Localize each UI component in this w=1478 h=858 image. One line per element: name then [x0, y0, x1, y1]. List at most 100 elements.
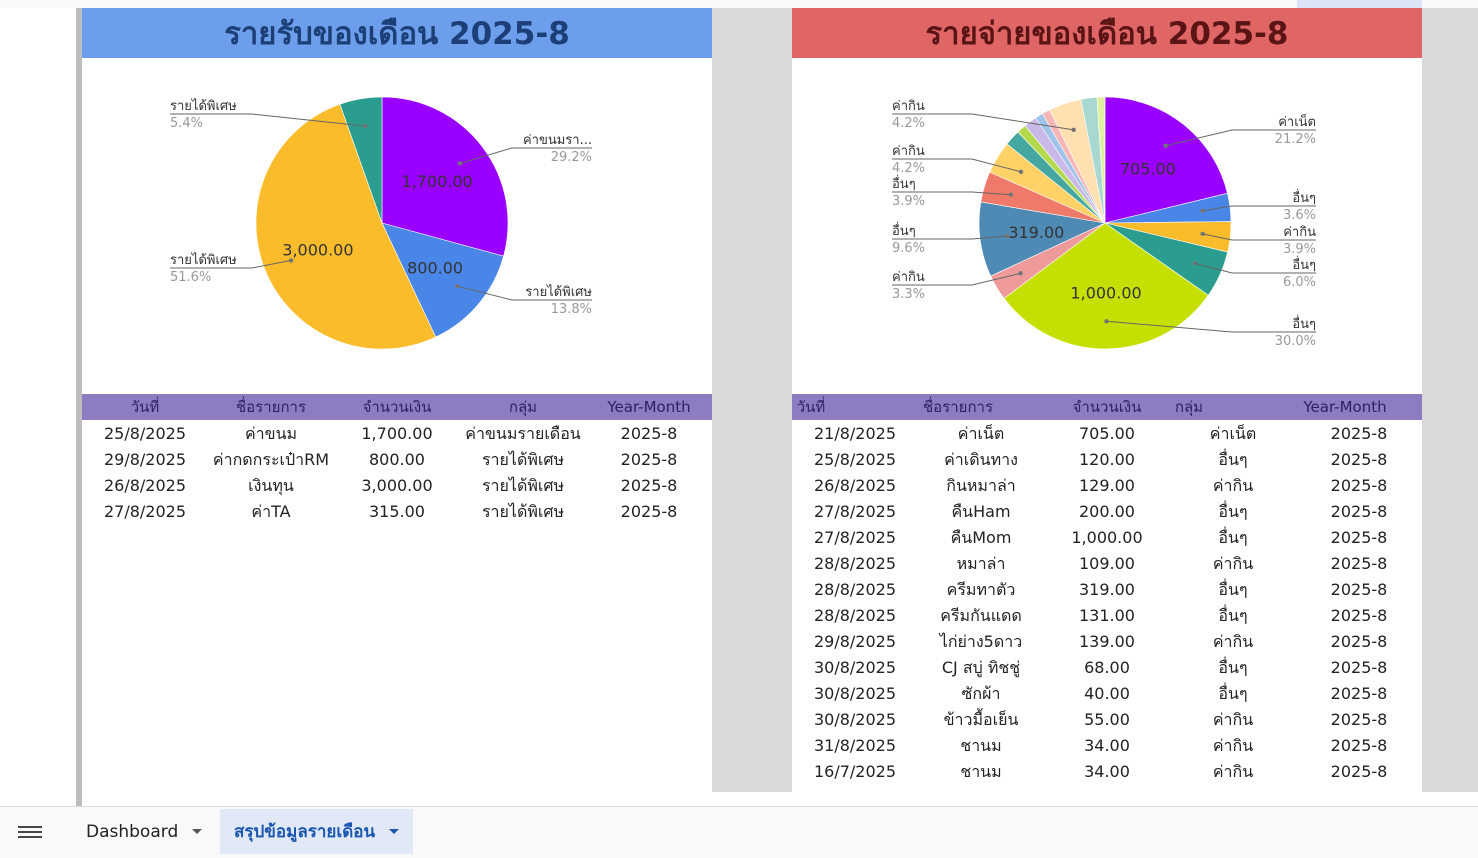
cell-group[interactable]: ค่าขนมรายเดือน — [460, 421, 586, 447]
cell-amount[interactable]: 34.00 — [1044, 759, 1170, 785]
cell-group[interactable]: ค่ากิน — [1170, 629, 1296, 655]
cell-year-month[interactable]: 2025-8 — [586, 421, 712, 447]
table-row[interactable]: 27/8/2025 คืนMom 1,000.00 อื่นๆ 2025-8 — [792, 525, 1422, 551]
cell-year-month[interactable]: 2025-8 — [1296, 551, 1422, 577]
cell-date[interactable]: 26/8/2025 — [82, 473, 208, 499]
cell-name[interactable]: ค่าเดินทาง — [918, 447, 1044, 473]
table-row[interactable]: 29/8/2025 ค่ากดกระเป๋าRM 800.00 รายได้พิเศษ… — [82, 447, 712, 473]
cell-date[interactable]: 27/8/2025 — [792, 499, 918, 525]
cell-amount[interactable]: 1,000.00 — [1044, 525, 1170, 551]
cell-name[interactable]: ค่าเน็ต — [918, 421, 1044, 447]
cell-year-month[interactable]: 2025-8 — [1296, 447, 1422, 473]
table-row[interactable]: 16/7/2025 ชานม 34.00 ค่ากิน 2025-8 — [792, 759, 1422, 785]
cell-date[interactable]: 29/8/2025 — [792, 629, 918, 655]
tab-monthly-summary[interactable]: สรุปข้อมูลรายเดือน — [220, 809, 414, 854]
cell-group[interactable]: อื่นๆ — [1170, 447, 1296, 473]
table-row[interactable]: 25/8/2025 ค่าเดินทาง 120.00 อื่นๆ 2025-8 — [792, 447, 1422, 473]
cell-date[interactable]: 27/8/2025 — [792, 525, 918, 551]
cell-date[interactable]: 30/8/2025 — [792, 681, 918, 707]
col-header-group[interactable]: กลุ่ม — [1170, 394, 1208, 420]
table-row[interactable]: 25/8/2025 ค่าขนม 1,700.00 ค่าขนมรายเดือน 202… — [82, 421, 712, 447]
cell-group[interactable]: รายได้พิเศษ — [460, 473, 586, 499]
table-row[interactable]: 30/8/2025 ข้าวมื้อเย็น 55.00 ค่ากิน 2025-8 — [792, 707, 1422, 733]
cell-year-month[interactable]: 2025-8 — [1296, 759, 1422, 785]
cell-group[interactable]: ค่ากิน — [1170, 551, 1296, 577]
table-row[interactable]: 28/8/2025 ครีมทาตัว 319.00 อื่นๆ 2025-8 — [792, 577, 1422, 603]
col-header-amount[interactable]: จำนวนเงิน — [1044, 394, 1170, 420]
cell-amount[interactable]: 3,000.00 — [334, 473, 460, 499]
cell-date[interactable]: 26/8/2025 — [792, 473, 918, 499]
col-header-date[interactable]: วันที่ — [82, 394, 208, 420]
expense-pie-chart[interactable]: 705.00 1,000.00 319.00 ค่าเน็ต 21.2% อื่นๆ 3.6… — [792, 58, 1422, 394]
table-row[interactable]: 29/8/2025 ไก่ย่าง5ดาว 139.00 ค่ากิน 2025-8 — [792, 629, 1422, 655]
cell-name[interactable]: ชานม — [918, 733, 1044, 759]
table-row[interactable]: 28/8/2025 หมาล่า 109.00 ค่ากิน 2025-8 — [792, 551, 1422, 577]
cell-date[interactable]: 28/8/2025 — [792, 603, 918, 629]
cell-name[interactable]: ข้าวมื้อเย็น — [918, 707, 1044, 733]
cell-year-month[interactable]: 2025-8 — [586, 473, 712, 499]
cell-name[interactable]: ค่ากดกระเป๋าRM — [208, 447, 334, 473]
cell-group[interactable]: รายได้พิเศษ — [460, 499, 586, 525]
cell-date[interactable]: 30/8/2025 — [792, 707, 918, 733]
cell-group[interactable]: อื่นๆ — [1170, 525, 1296, 551]
cell-amount[interactable]: 131.00 — [1044, 603, 1170, 629]
cell-year-month[interactable]: 2025-8 — [586, 499, 712, 525]
cell-name[interactable]: ไก่ย่าง5ดาว — [918, 629, 1044, 655]
cell-group[interactable]: อื่นๆ — [1170, 655, 1296, 681]
cell-year-month[interactable]: 2025-8 — [1296, 473, 1422, 499]
table-row[interactable]: 27/8/2025 คืนHam 200.00 อื่นๆ 2025-8 — [792, 499, 1422, 525]
cell-amount[interactable]: 139.00 — [1044, 629, 1170, 655]
cell-year-month[interactable]: 2025-8 — [1296, 577, 1422, 603]
table-row[interactable]: 31/8/2025 ชานม 34.00 ค่ากิน 2025-8 — [792, 733, 1422, 759]
table-row[interactable]: 27/8/2025 ค่าTA 315.00 รายได้พิเศษ 2025-8 — [82, 499, 712, 525]
tab-dashboard[interactable]: Dashboard — [70, 809, 218, 854]
table-row[interactable]: 30/8/2025 ซักผ้า 40.00 อื่นๆ 2025-8 — [792, 681, 1422, 707]
cell-name[interactable]: ชานม — [918, 759, 1044, 785]
cell-group[interactable]: อื่นๆ — [1170, 681, 1296, 707]
chevron-down-icon[interactable] — [192, 829, 203, 834]
cell-amount[interactable]: 129.00 — [1044, 473, 1170, 499]
cell-year-month[interactable]: 2025-8 — [1296, 655, 1422, 681]
cell-year-month[interactable]: 2025-8 — [1296, 681, 1422, 707]
cell-name[interactable]: ซักผ้า — [918, 681, 1044, 707]
cell-group[interactable]: อื่นๆ — [1170, 603, 1296, 629]
cell-date[interactable]: 16/7/2025 — [792, 759, 918, 785]
cell-group[interactable]: ค่ากิน — [1170, 473, 1296, 499]
col-header-name[interactable]: ชื่อรายการ — [892, 394, 1024, 420]
cell-group[interactable]: อื่นๆ — [1170, 499, 1296, 525]
cell-group[interactable]: ค่ากิน — [1170, 759, 1296, 785]
cell-name[interactable]: เงินทุน — [208, 473, 334, 499]
col-header-name[interactable]: ชื่อรายการ — [208, 394, 334, 420]
col-header-amount[interactable]: จำนวนเงิน — [334, 394, 460, 420]
all-sheets-menu-icon[interactable] — [18, 823, 42, 843]
cell-amount[interactable]: 315.00 — [334, 499, 460, 525]
income-pie-chart[interactable]: 1,700.00 800.00 3,000.00 ค่าขนมรา... 29.2% รา… — [82, 58, 712, 394]
cell-date[interactable]: 25/8/2025 — [792, 447, 918, 473]
cell-year-month[interactable]: 2025-8 — [1296, 525, 1422, 551]
cell-amount[interactable]: 800.00 — [334, 447, 460, 473]
cell-amount[interactable]: 200.00 — [1044, 499, 1170, 525]
cell-group[interactable]: รายได้พิเศษ — [460, 447, 586, 473]
cell-group[interactable]: ค่าเน็ต — [1170, 421, 1296, 447]
cell-amount[interactable]: 705.00 — [1044, 421, 1170, 447]
cell-amount[interactable]: 1,700.00 — [334, 421, 460, 447]
cell-date[interactable]: 30/8/2025 — [792, 655, 918, 681]
cell-name[interactable]: ค่าTA — [208, 499, 334, 525]
cell-year-month[interactable]: 2025-8 — [1296, 603, 1422, 629]
col-header-group[interactable]: กลุ่ม — [460, 394, 586, 420]
cell-amount[interactable]: 55.00 — [1044, 707, 1170, 733]
cell-name[interactable]: ครีมกันแดด — [918, 603, 1044, 629]
cell-name[interactable]: ค่าขนม — [208, 421, 334, 447]
cell-group[interactable]: อื่นๆ — [1170, 577, 1296, 603]
cell-name[interactable]: คืนMom — [918, 525, 1044, 551]
cell-date[interactable]: 28/8/2025 — [792, 551, 918, 577]
cell-year-month[interactable]: 2025-8 — [1296, 499, 1422, 525]
table-row[interactable]: 30/8/2025 CJ สบู่ ทิชชู่ 68.00 อื่นๆ 2025-8 — [792, 655, 1422, 681]
cell-group[interactable]: ค่ากิน — [1170, 733, 1296, 759]
cell-date[interactable]: 25/8/2025 — [82, 421, 208, 447]
col-header-date[interactable]: วันที่ — [792, 394, 830, 420]
chevron-down-icon[interactable] — [389, 829, 400, 834]
cell-date[interactable]: 28/8/2025 — [792, 577, 918, 603]
cell-year-month[interactable]: 2025-8 — [586, 447, 712, 473]
cell-group[interactable]: ค่ากิน — [1170, 707, 1296, 733]
